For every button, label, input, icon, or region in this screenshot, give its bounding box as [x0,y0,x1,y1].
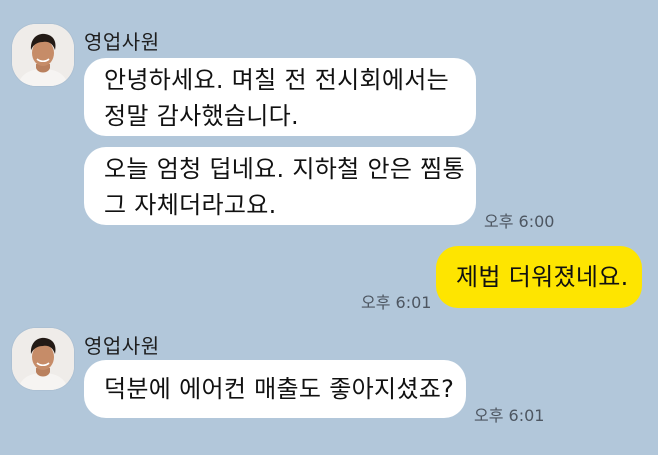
message-text-line: 덕분에 에어컨 매출도 좋아지셨죠? [104,375,455,403]
message-timestamp: 오후 6:01 [474,406,545,425]
message-bubble-3[interactable]: 덕분에 에어컨 매출도 좋아지셨죠? [84,360,466,418]
message-bubble-2[interactable]: 오늘 엄청 덥네요. 지하철 안은 찜통 그 자체더라고요. [84,147,476,225]
message-timestamp: 오후 6:01 [361,293,432,312]
message-timestamp: 오후 6:00 [484,212,555,231]
person-photo-icon [12,328,74,390]
sender-avatar[interactable] [12,24,74,86]
person-photo-icon [12,24,74,86]
sender-avatar[interactable] [12,328,74,390]
message-bubble-1[interactable]: 안녕하세요. 며칠 전 전시회에서는 정말 감사했습니다. [84,58,476,136]
message-text-line: 그 자체더라고요. [104,191,277,219]
message-text-line: 안녕하세요. 며칠 전 전시회에서는 [104,66,450,94]
my-message-bubble[interactable]: 제법 더워졌네요. [436,246,642,308]
message-text-line: 정말 감사했습니다. [104,102,299,130]
sender-name: 영업사원 [84,30,160,54]
message-text-line: 오늘 엄청 덥네요. 지하철 안은 찜통 [104,155,465,183]
message-text-line: 제법 더워졌네요. [456,263,629,291]
sender-name: 영업사원 [84,334,160,358]
